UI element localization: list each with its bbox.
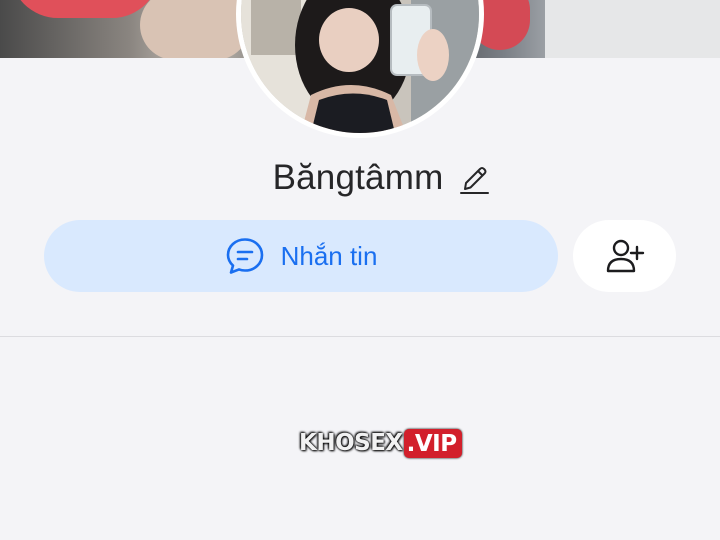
- profile-screen: Băngtâmm Nhắn tin KHOSEX .VIP: [0, 0, 720, 540]
- add-friend-button[interactable]: [573, 220, 676, 292]
- cover-photo-detail: [140, 0, 250, 58]
- avatar-photo: [241, 0, 479, 133]
- cover-photo-detail: [10, 0, 160, 18]
- pencil-icon: [460, 167, 490, 194]
- add-user-icon: [606, 239, 644, 273]
- watermark: KHOSEX .VIP: [299, 425, 462, 461]
- divider: [0, 336, 720, 337]
- avatar[interactable]: [236, 0, 484, 138]
- profile-name: Băngtâmm: [272, 158, 444, 197]
- chat-bubble-icon: [226, 238, 263, 274]
- watermark-text: KHOSEX: [299, 430, 403, 456]
- name-row: Băngtâmm: [0, 158, 720, 198]
- watermark-badge: .VIP: [403, 428, 462, 458]
- edit-name-button[interactable]: [457, 161, 491, 195]
- message-button-label: Nhắn tin: [280, 240, 378, 271]
- message-button[interactable]: Nhắn tin: [44, 220, 558, 292]
- cover-photo-detail: [545, 0, 720, 58]
